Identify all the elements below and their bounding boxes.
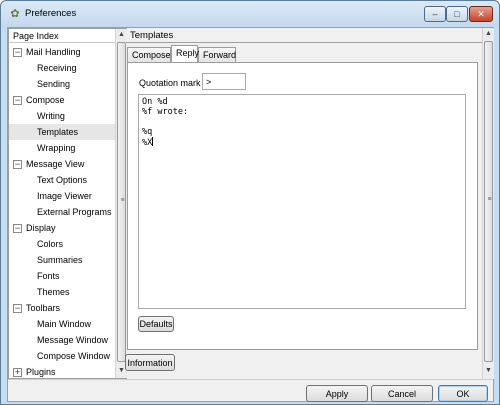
maximize-button[interactable]: □ bbox=[446, 6, 468, 22]
sidebar-item-themes[interactable]: Themes bbox=[9, 284, 115, 300]
sidebar-item-compose[interactable]: − Compose bbox=[9, 92, 115, 108]
grip-icon: ≡ bbox=[120, 197, 125, 204]
sidebar-item-message-view[interactable]: − Message View bbox=[9, 156, 115, 172]
defaults-button[interactable]: Defaults bbox=[138, 316, 174, 332]
sidebar-item-label: Image Viewer bbox=[37, 191, 92, 201]
collapse-icon[interactable]: − bbox=[13, 48, 22, 57]
content-scrollbar[interactable]: ▲ ≡ ▼ bbox=[482, 28, 494, 379]
tab-reply[interactable]: Reply bbox=[171, 45, 199, 62]
template-editor[interactable]: On %d%f wrote:​%q%X bbox=[138, 94, 466, 309]
sidebar-item-external-programs[interactable]: External Programs bbox=[9, 204, 115, 220]
sidebar-item-plugins[interactable]: + Plugins bbox=[9, 364, 115, 379]
tab-forward[interactable]: Forward bbox=[198, 47, 236, 62]
sidebar-item-wrapping[interactable]: Wrapping bbox=[9, 140, 115, 156]
sidebar-item-sending[interactable]: Sending bbox=[9, 76, 115, 92]
minimize-button[interactable]: – bbox=[424, 6, 446, 22]
sidebar-item-label: Toolbars bbox=[26, 303, 61, 313]
sidebar-item-label: Colors bbox=[37, 239, 64, 249]
sidebar-item-mail-handling[interactable]: − Mail Handling bbox=[9, 44, 115, 60]
preferences-window: ✿ Preferences – □ ✕ Page Index − Mail Han… bbox=[0, 0, 500, 405]
sidebar-item-label: Writing bbox=[37, 111, 65, 121]
sidebar-item-compose-window[interactable]: Compose Window bbox=[9, 348, 115, 364]
window-title: Preferences bbox=[25, 8, 77, 19]
reply-tab-page: Quotation mark On %d%f wrote:​%q%X Defau… bbox=[127, 62, 478, 350]
template-line-text: %X bbox=[142, 138, 153, 148]
sidebar-item-label: Wrapping bbox=[37, 143, 76, 153]
template-line: ​ bbox=[142, 117, 462, 127]
expand-icon[interactable]: + bbox=[13, 368, 22, 377]
sidebar-item-label: Text Options bbox=[37, 175, 88, 185]
tab-compose[interactable]: Compose bbox=[127, 47, 171, 62]
close-button[interactable]: ✕ bbox=[469, 6, 493, 22]
sidebar-item-receiving[interactable]: Receiving bbox=[9, 60, 115, 76]
sidebar-item-label: Display bbox=[26, 223, 56, 233]
title-divider bbox=[126, 42, 483, 43]
sidebar-item-label: Main Window bbox=[37, 319, 92, 329]
sidebar-item-label: Compose bbox=[26, 95, 65, 105]
sidebar-item-image-viewer[interactable]: Image Viewer bbox=[9, 188, 115, 204]
sidebar-item-summaries[interactable]: Summaries bbox=[9, 252, 115, 268]
collapse-icon[interactable]: − bbox=[13, 96, 22, 105]
sidebar-item-label: Sending bbox=[37, 79, 71, 89]
sidebar-item-fonts[interactable]: Fonts bbox=[9, 268, 115, 284]
page-index-panel: Page Index − Mail Handling Receiving Sendin… bbox=[8, 28, 127, 379]
template-line: %f wrote: bbox=[142, 107, 189, 117]
dialog-body: Page Index − Mail Handling Receiving Sendin… bbox=[7, 27, 494, 402]
content-scroll-thumb[interactable]: ≡ bbox=[484, 41, 493, 362]
apply-button[interactable]: Apply bbox=[306, 385, 368, 402]
sidebar-item-label: Message View bbox=[26, 159, 85, 169]
sidebar-item-label: Fonts bbox=[37, 271, 60, 281]
sidebar-item-writing[interactable]: Writing bbox=[9, 108, 115, 124]
grip-icon: ≡ bbox=[487, 196, 492, 203]
scroll-down-arrow-icon[interactable]: ▼ bbox=[483, 365, 494, 377]
collapse-icon[interactable]: − bbox=[13, 160, 22, 169]
sidebar-item-colors[interactable]: Colors bbox=[9, 236, 115, 252]
page-index-header[interactable]: Page Index bbox=[9, 29, 115, 43]
sidebar-item-label: Mail Handling bbox=[26, 47, 81, 57]
template-line: %X bbox=[142, 137, 462, 148]
sidebar-item-templates[interactable]: Templates bbox=[9, 124, 115, 140]
sidebar-item-label: Summaries bbox=[37, 255, 83, 265]
title-bar[interactable]: ✿ Preferences – □ ✕ bbox=[1, 1, 499, 27]
template-line: %q bbox=[142, 127, 153, 137]
sidebar-item-label: Templates bbox=[37, 127, 79, 137]
template-line: On %d bbox=[142, 97, 168, 107]
collapse-icon[interactable]: − bbox=[13, 224, 22, 233]
sidebar-item-label: External Programs bbox=[37, 207, 112, 217]
scroll-up-arrow-icon[interactable]: ▲ bbox=[483, 28, 494, 40]
sidebar-item-label: Message Window bbox=[37, 335, 109, 345]
sidebar-scrollbar[interactable]: ▲ ≡ ▼ bbox=[115, 29, 127, 378]
quotation-mark-input[interactable] bbox=[202, 73, 246, 90]
quotation-mark-label: Quotation mark bbox=[139, 78, 201, 88]
text-cursor bbox=[152, 137, 154, 146]
sidebar-item-label: Compose Window bbox=[37, 351, 111, 361]
sidebar-item-message-window[interactable]: Message Window bbox=[9, 332, 115, 348]
sidebar-item-label: Themes bbox=[37, 287, 70, 297]
page-index-tree: − Mail Handling Receiving Sending − Compose Wr… bbox=[9, 43, 115, 379]
sidebar-scroll-thumb[interactable]: ≡ bbox=[117, 42, 126, 362]
footer-divider bbox=[8, 379, 493, 380]
ok-button[interactable]: OK bbox=[438, 385, 488, 402]
sidebar-item-main-window[interactable]: Main Window bbox=[9, 316, 115, 332]
app-icon: ✿ bbox=[10, 8, 20, 20]
scroll-up-arrow-icon[interactable]: ▲ bbox=[116, 29, 127, 41]
sidebar-item-display[interactable]: − Display bbox=[9, 220, 115, 236]
page-title: Templates bbox=[130, 30, 174, 41]
sidebar-item-toolbars[interactable]: − Toolbars bbox=[9, 300, 115, 316]
collapse-icon[interactable]: − bbox=[13, 304, 22, 313]
cancel-button[interactable]: Cancel bbox=[371, 385, 433, 402]
sidebar-item-text-options[interactable]: Text Options bbox=[9, 172, 115, 188]
sidebar-item-label: Plugins bbox=[26, 367, 56, 377]
information-button[interactable]: Information bbox=[125, 354, 175, 371]
sidebar-item-label: Receiving bbox=[37, 63, 77, 73]
